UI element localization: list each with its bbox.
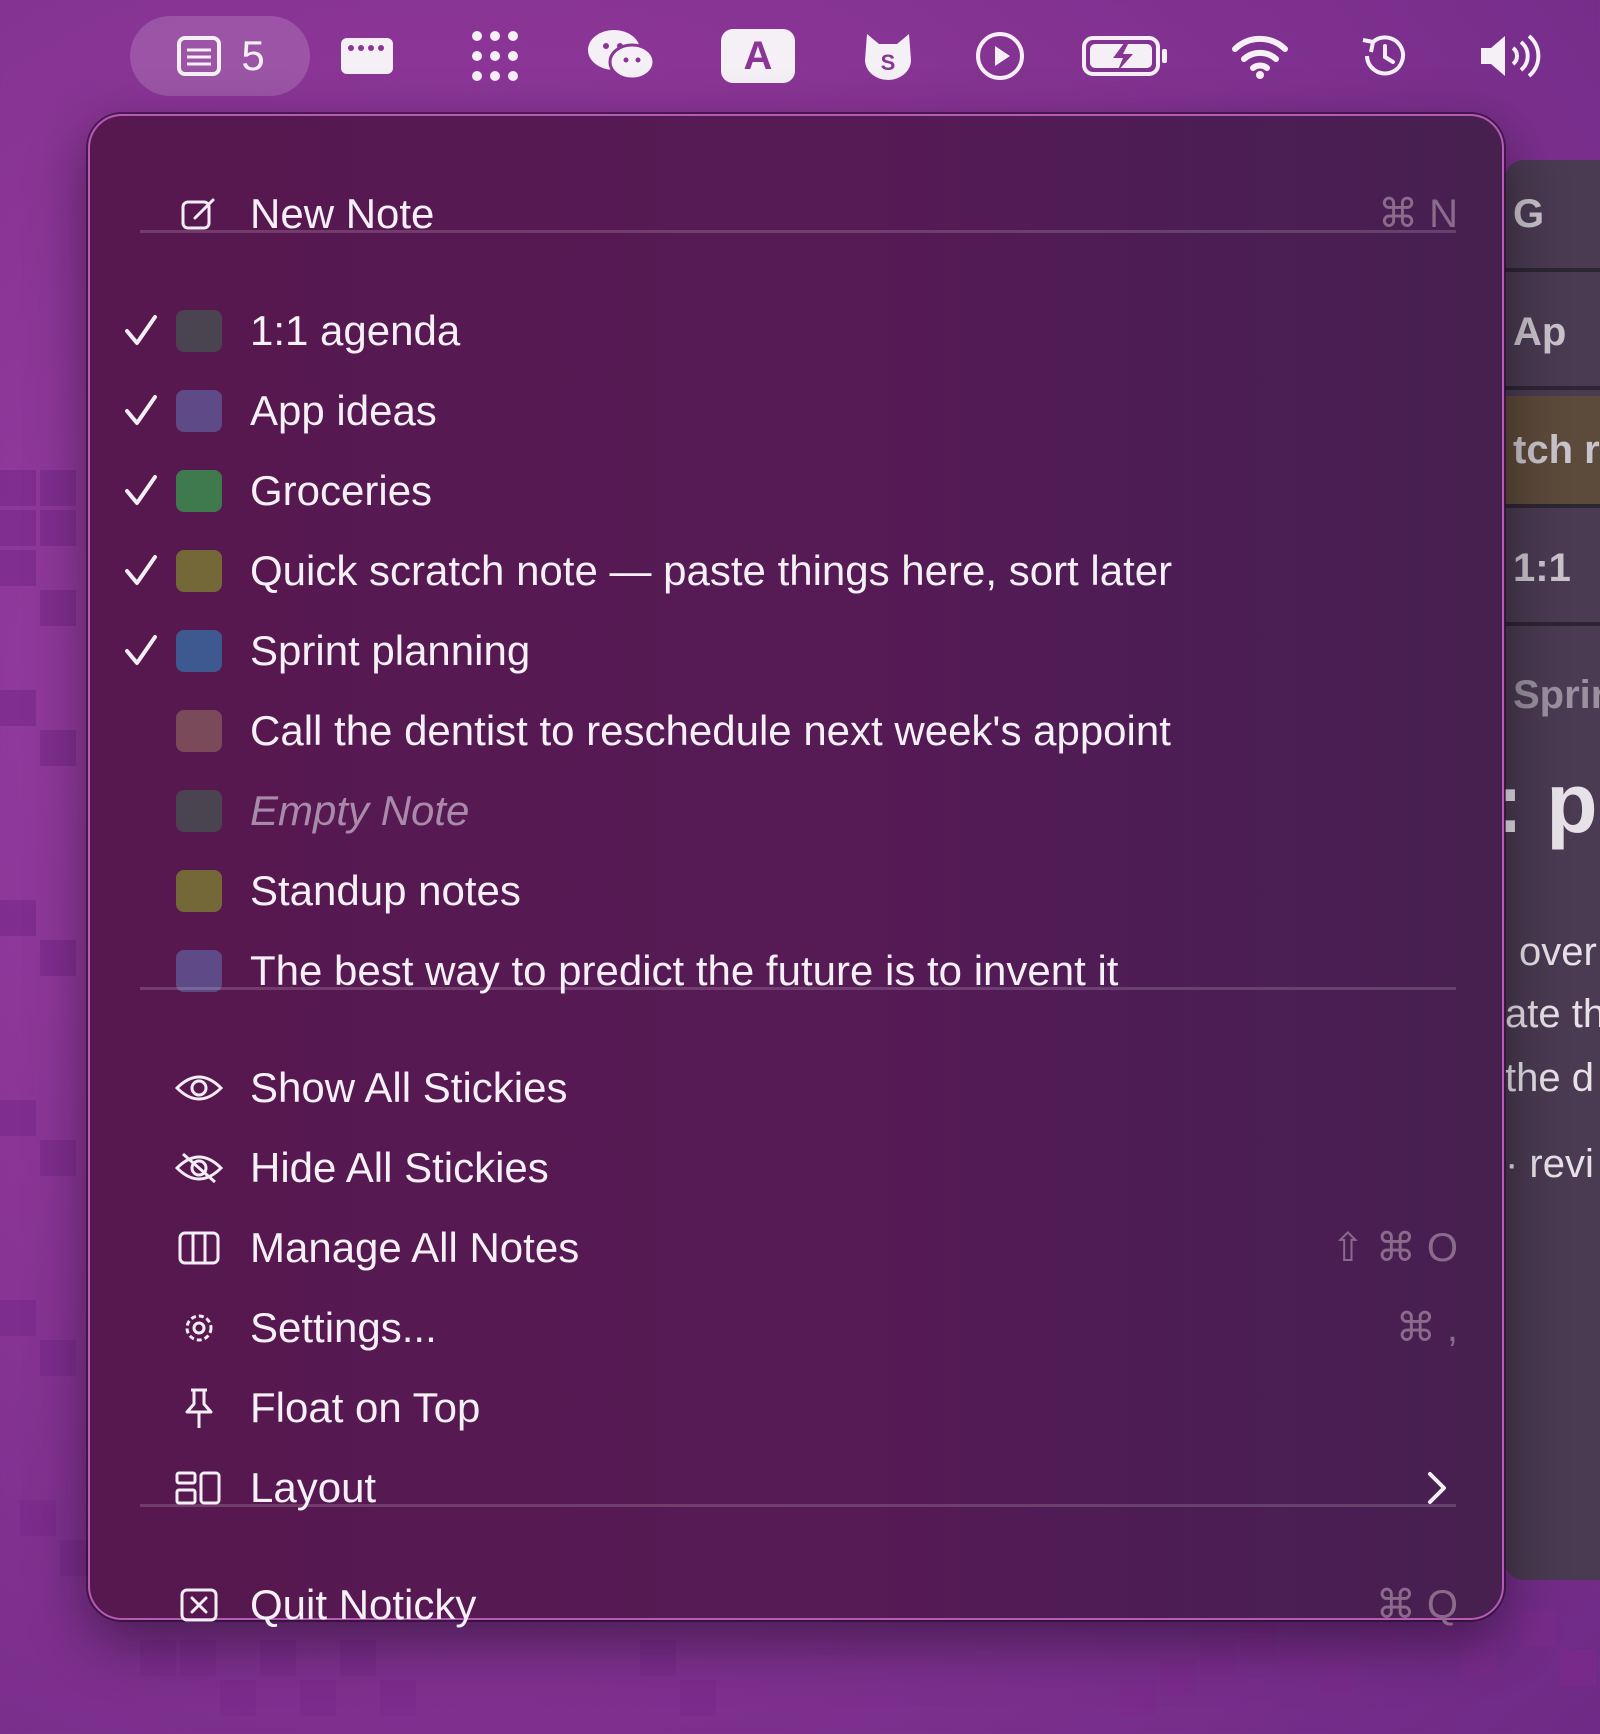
bg-text: ate th [1505,992,1600,1036]
shortcut-label: ⌘ Q [1375,1583,1458,1627]
checkmark-icon [118,628,164,674]
play-menubar-item[interactable] [970,16,1030,96]
menu-item-manage-all[interactable]: Manage All Notes ⇧ ⌘ O [90,1208,1506,1288]
menu-item-label: Float on Top [250,1384,481,1431]
noticky-menubar-item[interactable]: 5 [130,16,310,96]
note-item[interactable]: Standup notes [90,851,1506,931]
note-color-swatch [176,790,222,832]
note-color-swatch [176,310,222,352]
battery-menubar-item[interactable] [1080,16,1170,96]
checkmark-icon [118,548,164,594]
input-source-menubar-item[interactable]: A [720,16,796,96]
menu-item-label: Show All Stickies [250,1064,568,1111]
noticky-menu: New Note ⌘ N 1:1 agenda App ideas Grocer… [88,114,1506,1628]
bg-text: over [1519,930,1597,974]
wechat-menubar-item[interactable] [582,16,662,96]
separator [140,987,1456,990]
bg-text: the d [1505,1056,1594,1100]
bg-note-row: G [1505,160,1600,272]
bg-note-row: 1:1 [1505,514,1600,626]
bg-heading: : p [1505,756,1598,850]
note-item[interactable]: Sprint planning [90,611,1506,691]
note-item[interactable]: Quick scratch note — paste things here, … [90,531,1506,611]
note-title: App ideas [250,387,437,434]
note-item[interactable]: Groceries [90,451,1506,531]
close-box-icon [172,1578,226,1632]
menu-item-float-on-top[interactable]: Float on Top [90,1368,1506,1448]
bg-text: Sprir [1513,673,1600,717]
menu-item-label: Hide All Stickies [250,1144,549,1191]
time-machine-icon [1362,35,1405,76]
note-title: Sprint planning [250,627,531,674]
grid-menubar-item[interactable] [458,16,532,96]
shortcut-label: ⇧ ⌘ O [1331,1226,1458,1270]
wechat-icon [588,30,656,81]
note-color-swatch [176,630,222,672]
menu-item-new-note[interactable]: New Note ⌘ N [90,174,1506,254]
note-item[interactable]: Empty Note [90,771,1506,851]
menu-bar: 5 A S [0,0,1600,112]
note-item[interactable]: The best way to predict the future is to… [90,931,1506,1011]
chevron-right-icon [1428,1472,1446,1504]
shortcut-label: ⌘ , [1395,1306,1458,1350]
menu-item-settings[interactable]: Settings... ⌘ , [90,1288,1506,1368]
time-machine-menubar-item[interactable] [1352,16,1416,96]
battery-charging-icon [1082,36,1167,76]
note-color-swatch [176,550,222,592]
menu-item-label: Settings... [250,1304,437,1351]
note-item[interactable]: Call the dentist to reschedule next week… [90,691,1506,771]
cat-s-icon: S [865,34,911,80]
checkmark-icon [118,308,164,354]
note-title: Quick scratch note — paste things here, … [250,547,1173,594]
menu-item-label: Manage All Notes [250,1224,580,1271]
menu-item-layout[interactable]: Layout [90,1448,1506,1528]
note-title: 1:1 agenda [250,307,461,354]
eye-icon [172,1061,226,1115]
wifi-icon [1232,35,1288,79]
cat-menubar-item[interactable]: S [858,16,918,96]
wifi-menubar-item[interactable] [1228,16,1292,96]
note-title: Call the dentist to reschedule next week… [250,707,1171,754]
bg-text: · revi [1505,1142,1594,1186]
notes-icon [177,36,222,76]
note-title: Empty Note [250,787,470,834]
note-color-swatch [176,710,222,752]
eye-slash-icon [172,1141,226,1195]
menu-item-quit[interactable]: Quit Noticky ⌘ Q [90,1565,1506,1645]
separator [140,230,1456,233]
note-color-swatch [176,950,222,992]
menu-item-hide-all[interactable]: Hide All Stickies [90,1128,1506,1208]
checkmark-icon [118,388,164,434]
note-color-swatch [176,390,222,432]
input-source-icon: A [721,29,795,83]
play-circle-icon [976,32,1024,80]
pin-icon [172,1381,226,1435]
columns-icon [172,1221,226,1275]
note-title: Standup notes [250,867,521,914]
menu-item-label: Quit Noticky [250,1581,477,1628]
background-notes-window: G Ap tch r 1:1 Sprir : p over ate th the… [1505,160,1600,1580]
separator [140,1504,1456,1507]
checkmark-icon [118,468,164,514]
svg-text:S: S [881,50,896,75]
keyboard-icon [341,38,393,74]
bg-note-row: Ap [1505,278,1600,390]
note-color-swatch [176,470,222,512]
bg-note-row: tch r [1505,396,1600,508]
volume-icon [1481,34,1541,78]
note-title: Groceries [250,467,433,514]
grid-dots-icon [472,31,518,81]
gear-icon [172,1301,226,1355]
note-color-swatch [176,870,222,912]
volume-menubar-item[interactable] [1476,16,1548,96]
notes-count: 5 [241,32,265,79]
keyboard-menubar-item[interactable] [330,16,404,96]
note-item[interactable]: App ideas [90,371,1506,451]
menu-item-show-all[interactable]: Show All Stickies [90,1048,1506,1128]
note-item[interactable]: 1:1 agenda [90,291,1506,371]
